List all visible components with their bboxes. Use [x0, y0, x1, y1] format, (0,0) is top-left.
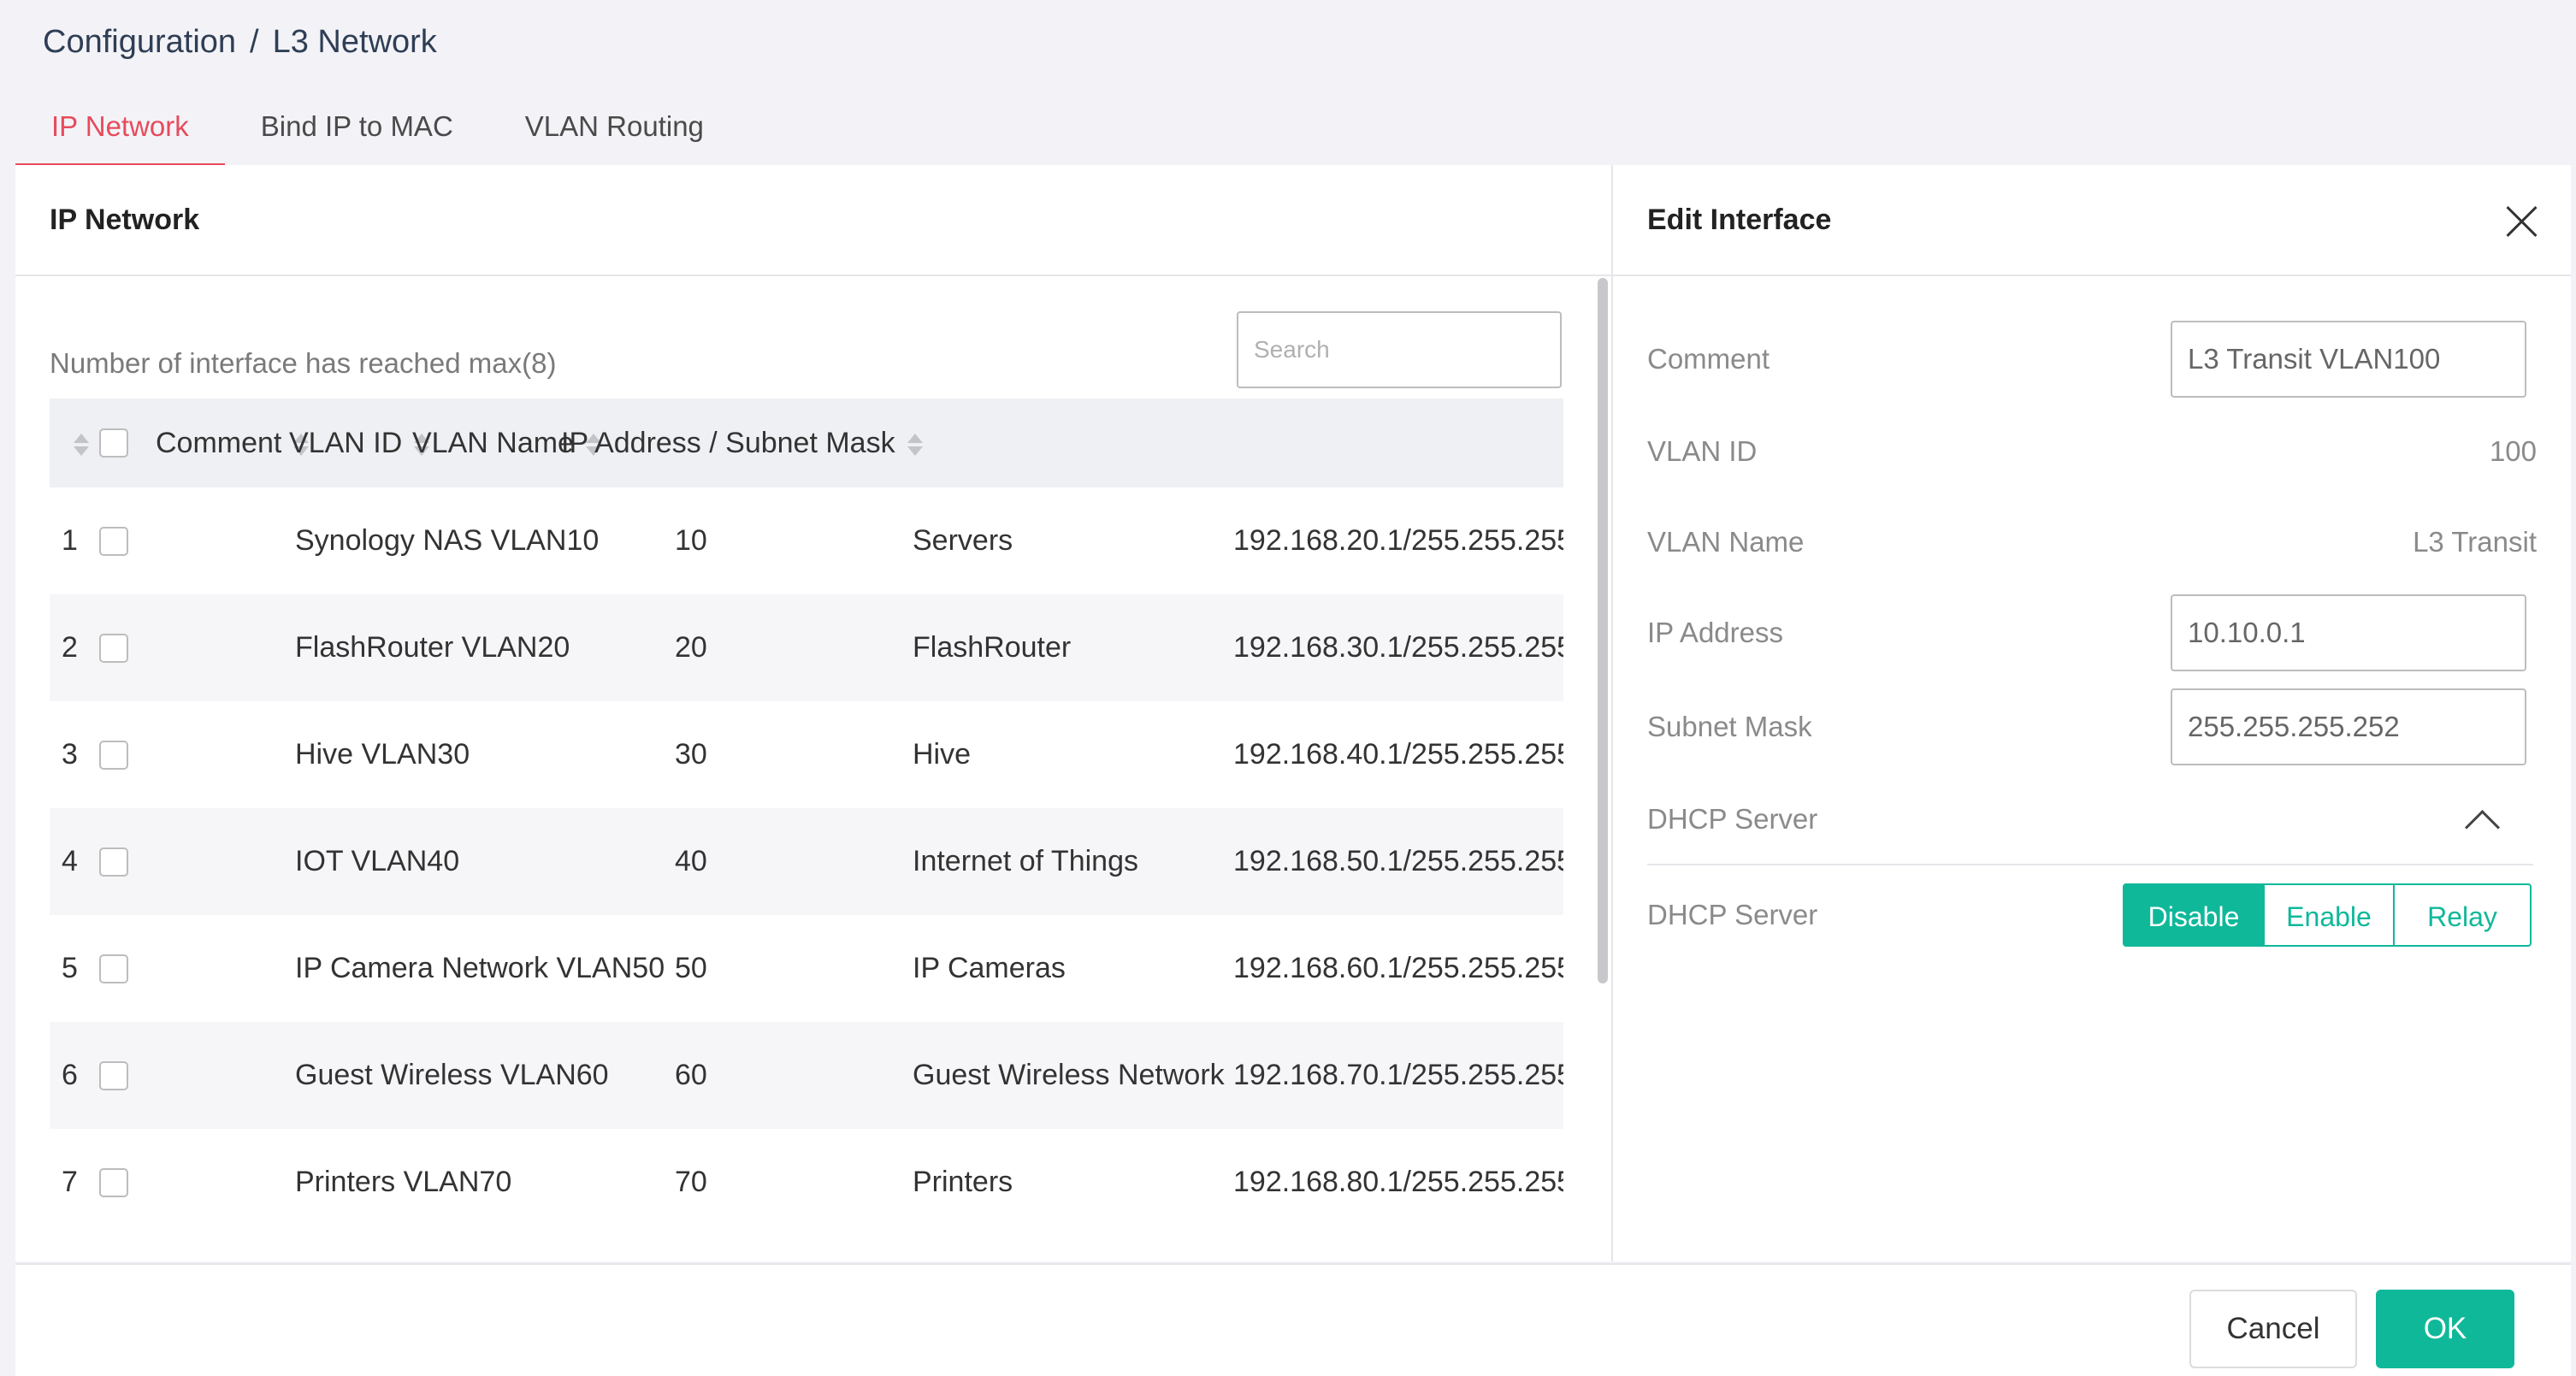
row-index: 3 — [62, 738, 78, 771]
dhcp-section-label: DHCP Server — [1647, 803, 1818, 835]
row-index: 7 — [62, 1166, 78, 1198]
cell-vlan-id: 40 — [675, 845, 707, 877]
subnet-mask-label: Subnet Mask — [1647, 711, 1812, 742]
table-row[interactable]: 7 Printers VLAN70 70 Printers 192.168.80… — [50, 1129, 1563, 1236]
cell-vlan-id: 20 — [675, 631, 707, 664]
cell-comment: FlashRouter VLAN20 — [295, 631, 570, 664]
cell-ip-address: 192.168.50.1/255.255.255.0 — [1233, 845, 1563, 877]
section-divider — [1647, 864, 2533, 865]
cell-ip-address: 192.168.60.1/255.255.255.0 — [1233, 952, 1563, 984]
dhcp-disable-button[interactable]: Disable — [2123, 883, 2265, 947]
row-index: 5 — [62, 952, 78, 984]
column-header-comment[interactable]: Comment — [156, 399, 310, 487]
cell-ip-address: 192.168.70.1/255.255.255.0 — [1233, 1059, 1563, 1091]
cell-comment: Guest Wireless VLAN60 — [295, 1059, 609, 1091]
comment-label: Comment — [1647, 343, 1770, 375]
edit-panel-title: Edit Interface — [1613, 165, 2571, 276]
table-row[interactable]: 3 Hive VLAN30 30 Hive 192.168.40.1/255.2… — [50, 701, 1563, 808]
vlan-name-label: VLAN Name — [1647, 526, 1805, 558]
row-index: 2 — [62, 631, 78, 664]
cell-comment: IOT VLAN40 — [295, 845, 460, 877]
column-header-vlan-id[interactable]: VLAN ID — [289, 399, 430, 487]
vlan-name-value: L3 Transit — [2413, 526, 2537, 558]
cell-vlan-name: Servers — [913, 524, 1013, 557]
breadcrumb: Configuration / L3 Network — [43, 19, 437, 65]
row-index: 6 — [62, 1059, 78, 1091]
cell-vlan-name: FlashRouter — [913, 631, 1072, 664]
breadcrumb-root[interactable]: Configuration — [43, 24, 236, 61]
cell-ip-address: 192.168.20.1/255.255.255.0 — [1233, 524, 1563, 557]
interface-limit-note: Number of interface has reached max(8) — [50, 347, 557, 379]
row-checkbox[interactable] — [99, 954, 128, 983]
cell-ip-address: 192.168.80.1/255.255.255.0 — [1233, 1166, 1563, 1198]
row-checkbox[interactable] — [99, 1168, 128, 1197]
table-row[interactable]: 4 IOT VLAN40 40 Internet of Things 192.1… — [50, 808, 1563, 915]
table-row[interactable]: 1 Synology NAS VLAN10 10 Servers 192.168… — [50, 487, 1563, 594]
cell-vlan-id: 50 — [675, 952, 707, 984]
row-checkbox[interactable] — [99, 1061, 128, 1090]
cell-vlan-id: 60 — [675, 1059, 707, 1091]
footer-action-bar: Cancel OK — [15, 1263, 2571, 1376]
tab-bind-ip-to-mac[interactable]: Bind IP to MAC — [225, 94, 489, 168]
cell-comment: Hive VLAN30 — [295, 738, 470, 771]
row-checkbox[interactable] — [99, 741, 128, 770]
row-checkbox[interactable] — [99, 634, 128, 663]
sort-icon[interactable] — [74, 432, 89, 458]
tab-vlan-routing[interactable]: VLAN Routing — [489, 94, 740, 168]
table-row[interactable]: 2 FlashRouter VLAN20 20 FlashRouter 192.… — [50, 594, 1563, 701]
cell-vlan-name: Internet of Things — [913, 845, 1138, 877]
cell-vlan-id: 30 — [675, 738, 707, 771]
cell-ip-address: 192.168.30.1/255.255.255.0 — [1233, 631, 1563, 664]
index-sort[interactable] — [62, 399, 89, 487]
search-input[interactable] — [1237, 311, 1562, 388]
vlan-id-value: 100 — [2489, 435, 2537, 467]
comment-input[interactable]: L3 Transit VLAN100 — [2171, 321, 2526, 398]
edit-interface-panel: Edit Interface Comment L3 Transit VLAN10… — [1613, 165, 2571, 1261]
dhcp-enable-button[interactable]: Enable — [2265, 883, 2395, 947]
tab-ip-network[interactable]: IP Network — [15, 94, 225, 168]
cell-vlan-name: Printers — [913, 1166, 1013, 1198]
dhcp-server-toggle: Disable Enable Relay — [2123, 883, 2532, 947]
cell-comment: IP Camera Network VLAN50 — [295, 952, 665, 984]
row-index: 1 — [62, 524, 78, 557]
cell-vlan-id: 10 — [675, 524, 707, 557]
row-checkbox[interactable] — [99, 527, 128, 556]
ip-address-label: IP Address — [1647, 617, 1783, 648]
tab-bar: IP Network Bind IP to MAC VLAN Routing — [15, 94, 740, 168]
close-icon[interactable] — [2506, 206, 2537, 237]
cancel-button[interactable]: Cancel — [2189, 1290, 2357, 1368]
cell-vlan-id: 70 — [675, 1166, 707, 1198]
interface-table: Comment VLAN ID VLAN Name IP Address / S… — [50, 399, 1563, 1237]
sort-icon[interactable] — [907, 432, 923, 458]
vlan-id-label: VLAN ID — [1647, 435, 1758, 467]
table-row[interactable]: 6 Guest Wireless VLAN60 60 Guest Wireles… — [50, 1022, 1563, 1129]
chevron-up-icon[interactable] — [2464, 809, 2501, 846]
ok-button[interactable]: OK — [2376, 1290, 2514, 1368]
table-header: Comment VLAN ID VLAN Name IP Address / S… — [50, 399, 1563, 487]
panel-title: IP Network — [15, 165, 1611, 276]
row-checkbox[interactable] — [99, 847, 128, 877]
cell-vlan-name: IP Cameras — [913, 952, 1066, 984]
cell-vlan-name: Hive — [913, 738, 972, 771]
table-scrollbar[interactable] — [1598, 278, 1608, 983]
column-header-ip-address[interactable]: IP Address / Subnet Mask — [561, 399, 923, 487]
ip-address-input[interactable]: 10.10.0.1 — [2171, 594, 2526, 671]
cell-vlan-name: Guest Wireless Network — [913, 1059, 1225, 1091]
subnet-mask-input[interactable]: 255.255.255.252 — [2171, 688, 2526, 765]
breadcrumb-current: L3 Network — [272, 23, 437, 60]
cell-ip-address: 192.168.40.1/255.255.255.0 — [1233, 738, 1563, 771]
select-all-checkbox[interactable] — [99, 428, 128, 458]
table-row[interactable]: 5 IP Camera Network VLAN50 50 IP Cameras… — [50, 915, 1563, 1022]
breadcrumb-separator: / — [250, 23, 259, 60]
dhcp-relay-button[interactable]: Relay — [2395, 883, 2532, 947]
cell-comment: Printers VLAN70 — [295, 1166, 512, 1198]
cell-comment: Synology NAS VLAN10 — [295, 524, 600, 557]
dhcp-server-label: DHCP Server — [1647, 899, 1818, 930]
row-index: 4 — [62, 845, 78, 877]
